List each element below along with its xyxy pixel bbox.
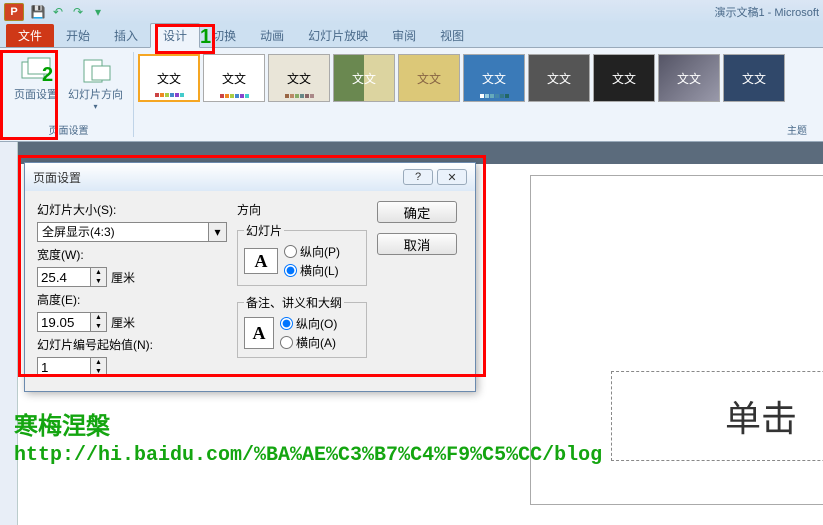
watermark-url: http://hi.baidu.com/%BA%AE%C3%B7%C4%F9%C…	[14, 442, 784, 470]
notes-portrait-radio[interactable]: 纵向(O)	[280, 315, 337, 332]
theme-thumb[interactable]: 文文	[203, 54, 265, 102]
tab-home[interactable]: 开始	[54, 24, 102, 47]
slide-orientation-button[interactable]: 幻灯片方向 ▾	[64, 54, 127, 113]
dialog-title: 页面设置	[33, 169, 81, 186]
titlebar: P 💾 ↶ ↷ ▾ 演示文稿1 - Microsoft	[0, 0, 823, 24]
slide-editor: 单击	[500, 165, 823, 525]
ribbon-group-page-setup: 页面设置 幻灯片方向 ▾ 页面设置	[4, 52, 134, 137]
ribbon: 页面设置 幻灯片方向 ▾ 页面设置 文文 文文 文文 文文 文文 文文 文文 文…	[0, 48, 823, 142]
dialog-left-column: 幻灯片大小(S): 全屏显示(4:3) ▾ 宽度(W): ▲▼ 厘米 高度(E)…	[37, 201, 227, 377]
status-strip	[0, 142, 823, 164]
width-unit: 厘米	[111, 269, 135, 286]
page-setup-icon	[20, 56, 52, 84]
ribbon-tabs: 文件 开始 插入 设计 切换 动画 幻灯片放映 审阅 视图	[0, 24, 823, 48]
height-spinner[interactable]: ▲▼	[91, 312, 107, 332]
page-setup-button[interactable]: 页面设置	[10, 54, 62, 113]
help-button[interactable]: ?	[403, 169, 433, 185]
theme-thumb[interactable]: 文文	[658, 54, 720, 102]
close-button[interactable]: ✕	[437, 169, 467, 185]
watermark-name: 寒梅涅槃	[14, 406, 110, 442]
notes-landscape-radio[interactable]: 横向(A)	[280, 334, 337, 351]
notes-legend: 备注、讲义和大纲	[244, 294, 344, 311]
slide-size-label: 幻灯片大小(S):	[37, 201, 227, 218]
redo-icon[interactable]: ↷	[70, 4, 86, 20]
tab-design[interactable]: 设计	[150, 23, 200, 48]
save-icon[interactable]: 💾	[30, 4, 46, 20]
tab-transitions[interactable]: 切换	[200, 24, 248, 47]
slides-legend: 幻灯片	[244, 222, 284, 239]
theme-thumb[interactable]: 文文	[333, 54, 395, 102]
tab-animations[interactable]: 动画	[248, 24, 296, 47]
theme-thumb[interactable]: 文文	[528, 54, 590, 102]
undo-icon[interactable]: ↶	[50, 4, 66, 20]
height-unit: 厘米	[111, 314, 135, 331]
theme-thumb[interactable]: 文文	[268, 54, 330, 102]
slides-portrait-radio[interactable]: 纵向(P)	[284, 243, 340, 260]
direction-label: 方向	[237, 201, 367, 218]
tab-insert[interactable]: 插入	[102, 24, 150, 47]
cancel-button[interactable]: 取消	[377, 233, 457, 255]
tab-view[interactable]: 视图	[428, 24, 476, 47]
app-icon[interactable]: P	[4, 3, 24, 21]
theme-thumb[interactable]: 文文	[463, 54, 525, 102]
tab-file[interactable]: 文件	[6, 24, 54, 47]
height-input[interactable]	[37, 312, 91, 332]
tab-review[interactable]: 审阅	[380, 24, 428, 47]
chevron-down-icon: ▾	[93, 102, 97, 111]
orientation-notes-group: 备注、讲义和大纲 A 纵向(O) 横向(A)	[237, 294, 367, 358]
tab-slideshow[interactable]: 幻灯片放映	[296, 24, 380, 47]
width-label: 宽度(W):	[37, 246, 227, 263]
theme-gallery: 文文 文文 文文 文文 文文 文文 文文 文文 文文 文文	[136, 52, 819, 122]
qat-dropdown-icon[interactable]: ▾	[90, 4, 106, 20]
quick-access-toolbar: 💾 ↶ ↷ ▾	[30, 4, 106, 20]
group-label-themes: 主题	[136, 122, 819, 137]
dialog-mid-column: 方向 幻灯片 A 纵向(P) 横向(L) 备注、讲义和大纲 A 纵向(O)	[237, 201, 367, 377]
chevron-down-icon[interactable]: ▾	[209, 222, 227, 242]
portrait-a-icon: A	[244, 317, 274, 349]
theme-thumb[interactable]: 文文	[593, 54, 655, 102]
document-title: 演示文稿1 - Microsoft	[714, 4, 819, 20]
width-spinner[interactable]: ▲▼	[91, 267, 107, 287]
dialog-titlebar: 页面设置 ? ✕	[25, 163, 475, 191]
slide-size-combo[interactable]: 全屏显示(4:3) ▾	[37, 222, 227, 242]
width-input[interactable]	[37, 267, 91, 287]
page-setup-dialog: 页面设置 ? ✕ 幻灯片大小(S): 全屏显示(4:3) ▾ 宽度(W): ▲▼…	[24, 162, 476, 392]
ok-button[interactable]: 确定	[377, 201, 457, 223]
theme-thumb[interactable]: 文文	[138, 54, 200, 102]
dialog-buttons: 确定 取消	[377, 201, 457, 377]
theme-thumb[interactable]: 文文	[398, 54, 460, 102]
start-number-spinner[interactable]: ▲▼	[91, 357, 107, 377]
landscape-a-icon: A	[244, 248, 278, 274]
start-number-input[interactable]	[37, 357, 91, 377]
height-label: 高度(E):	[37, 291, 227, 308]
orientation-icon	[80, 56, 112, 84]
theme-thumb[interactable]: 文文	[723, 54, 785, 102]
start-number-label: 幻灯片编号起始值(N):	[37, 336, 227, 353]
group-label-page-setup: 页面设置	[49, 122, 89, 137]
orientation-slides-group: 幻灯片 A 纵向(P) 横向(L)	[237, 222, 367, 286]
slides-landscape-radio[interactable]: 横向(L)	[284, 262, 340, 279]
